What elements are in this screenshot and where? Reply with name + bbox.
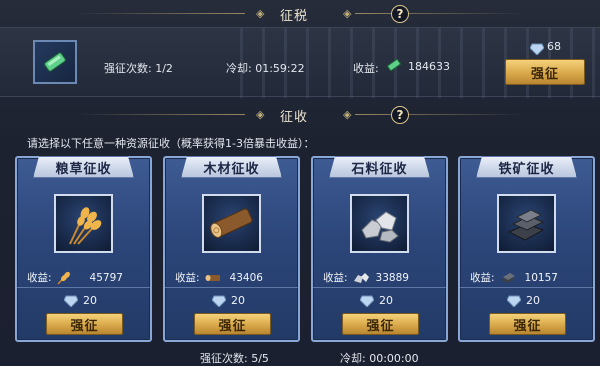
divider <box>355 114 525 115</box>
cost-value: 20 <box>83 294 97 307</box>
divider <box>17 287 150 288</box>
silver-ingot-icon <box>386 57 402 77</box>
card-title: 石料征收 <box>329 156 430 178</box>
wood-log-icon <box>205 274 220 281</box>
yield-label: 收益: <box>323 272 348 284</box>
gem-icon <box>64 295 78 307</box>
ornament-icon: ◈ <box>256 108 265 121</box>
card-yield: 收益: 10157 <box>470 270 558 285</box>
silver-ingot-icon <box>33 40 77 84</box>
wheat-icon <box>56 271 70 285</box>
divider <box>460 287 593 288</box>
card-title: 铁矿征收 <box>476 156 577 178</box>
cost-value: 20 <box>231 294 245 307</box>
divider <box>355 13 525 14</box>
levy-stone-button[interactable]: 强征 <box>342 313 419 335</box>
levy-card-stone: 石料征收 收益: 33889 20 强征 <box>311 156 448 342</box>
iron-ingot-icon <box>500 272 515 283</box>
divider <box>75 13 245 14</box>
cost-value: 20 <box>526 294 540 307</box>
tax-section-header: ◈ ◈ 征税 ? <box>0 1 600 27</box>
tax-section-title: 征税 <box>279 8 308 24</box>
yield-label: 收益: <box>175 272 200 284</box>
ornament-icon: ◈ <box>343 108 352 121</box>
help-icon[interactable]: ? <box>391 106 409 124</box>
yield-value: 45797 <box>89 271 123 284</box>
divider <box>75 114 245 115</box>
levy-section-header: ◈ ◈ 征收 ? <box>0 102 600 128</box>
tax-count: 强征次数: 1/2 <box>104 62 173 75</box>
stone-icon <box>350 194 409 253</box>
gem-icon <box>507 295 521 307</box>
levy-cooldown: 冷却: 00:00:00 <box>340 352 419 365</box>
yield-label: 收益: <box>470 272 495 284</box>
wood-log-icon <box>202 194 261 253</box>
wheat-icon <box>54 194 113 253</box>
tax-levy-button[interactable]: 强征 <box>505 59 585 85</box>
iron-ingot-icon <box>497 194 556 253</box>
tax-income-label: 收益: <box>353 62 379 75</box>
levy-panel: ◈ ◈ 征税 ? 强征次数: 1/2 冷却: 01:59:22 收益: 1846… <box>0 0 600 366</box>
card-cost: 20 <box>64 294 97 307</box>
levy-wood-button[interactable]: 强征 <box>194 313 271 335</box>
gem-icon <box>529 40 545 59</box>
levy-section-title: 征收 <box>279 109 308 125</box>
tax-bar: 强征次数: 1/2 冷却: 01:59:22 收益: 184633 68 强征 <box>0 27 600 98</box>
card-yield: 收益: 43406 <box>175 270 263 285</box>
card-cost: 20 <box>507 294 540 307</box>
tax-income-value: 184633 <box>408 60 450 73</box>
ornament-icon: ◈ <box>343 7 352 20</box>
card-cost: 20 <box>360 294 393 307</box>
divider <box>313 287 446 288</box>
gem-icon <box>212 295 226 307</box>
tax-cost: 68 <box>547 40 561 53</box>
levy-grain-button[interactable]: 强征 <box>46 313 123 335</box>
divider <box>165 287 298 288</box>
levy-card-wood: 木材征收 收益: 43406 20 强征 <box>163 156 300 342</box>
card-title: 粮草征收 <box>33 156 134 178</box>
levy-iron-button[interactable]: 强征 <box>489 313 566 335</box>
levy-prompt: 请选择以下任意一种资源征收（概率获得1-3倍暴击收益）： <box>27 137 315 150</box>
card-title: 木材征收 <box>181 156 282 178</box>
gem-icon <box>360 295 374 307</box>
yield-label: 收益: <box>27 272 52 284</box>
card-yield: 收益: 33889 <box>323 270 409 285</box>
yield-value: 43406 <box>229 271 263 284</box>
card-cost: 20 <box>212 294 245 307</box>
card-yield: 收益: 45797 <box>27 270 123 285</box>
help-icon[interactable]: ? <box>391 5 409 23</box>
levy-card-grain: 粮草征收 收益: 45797 20 强征 <box>15 156 152 342</box>
ornament-icon: ◈ <box>256 7 265 20</box>
yield-value: 10157 <box>524 271 558 284</box>
yield-value: 33889 <box>375 271 409 284</box>
levy-card-iron: 铁矿征收 收益: 10157 20 强征 <box>458 156 595 342</box>
stone-icon <box>353 272 369 283</box>
cost-value: 20 <box>379 294 393 307</box>
tax-cooldown: 冷却: 01:59:22 <box>226 62 305 75</box>
levy-count: 强征次数: 5/5 <box>200 352 269 365</box>
